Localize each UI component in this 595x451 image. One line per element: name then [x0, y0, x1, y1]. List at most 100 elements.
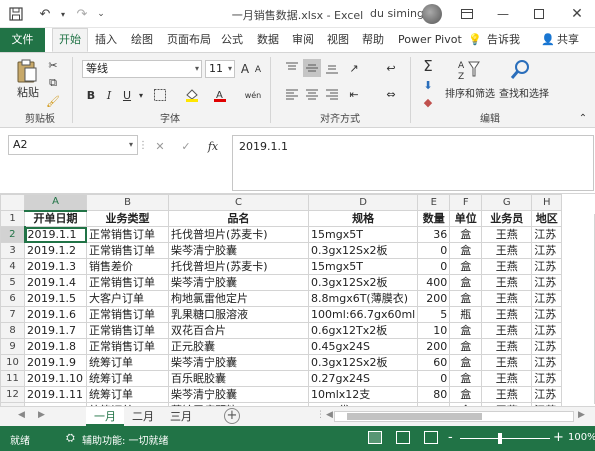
hscroll-right-icon[interactable]: ▶	[578, 410, 585, 420]
cell[interactable]: 2019.1.7	[24, 322, 87, 339]
header-cell[interactable]: 单位	[449, 210, 483, 227]
align-right-icon[interactable]	[323, 85, 341, 103]
header-cell[interactable]: 地区	[531, 210, 563, 227]
cell[interactable]: 江苏	[531, 306, 563, 323]
grow-font-icon[interactable]: A	[238, 61, 252, 77]
cell[interactable]: 100ml:66.7gx60ml	[307, 306, 419, 323]
cell[interactable]: 百乐眠胶囊	[168, 370, 309, 387]
cell[interactable]: 0.3gx12Sx2板	[307, 274, 419, 291]
align-middle-icon[interactable]	[303, 59, 321, 77]
align-center-icon[interactable]	[303, 85, 321, 103]
tab-formulas[interactable]: 公式	[221, 28, 243, 52]
find-select-button[interactable]: 查找和选择	[497, 85, 551, 100]
column-header-e[interactable]: E	[417, 194, 451, 211]
restore-icon[interactable]	[524, 0, 554, 28]
cell[interactable]: 乳果糖口服溶液	[168, 306, 309, 323]
cell[interactable]: 60	[417, 354, 451, 371]
cell[interactable]: 5	[417, 306, 451, 323]
cell[interactable]: 正常销售订单	[86, 242, 169, 259]
tab-insert[interactable]: 插入	[95, 28, 117, 52]
ribbon-display-options-icon[interactable]	[452, 0, 482, 28]
cell[interactable]: 正常销售订单	[86, 338, 169, 355]
row-header[interactable]: 1	[0, 210, 25, 227]
cell[interactable]: 2019.1.3	[24, 258, 87, 275]
cell[interactable]: 0	[417, 370, 451, 387]
italic-button[interactable]: I	[102, 87, 116, 103]
cell[interactable]: 盒	[449, 386, 483, 403]
cell[interactable]: 200	[417, 338, 451, 355]
cell[interactable]: 0	[417, 258, 451, 275]
sheet-tab-feb[interactable]: 二月	[124, 407, 162, 426]
cell[interactable]: 江苏	[531, 258, 563, 275]
fill-color-icon[interactable]	[184, 87, 200, 103]
select-all-corner[interactable]	[0, 194, 25, 211]
chevron-down-icon[interactable]: ▾	[136, 87, 146, 103]
scroll-tabs-left-icon[interactable]: ◀	[18, 410, 25, 420]
borders-icon[interactable]	[152, 87, 168, 103]
add-sheet-button[interactable]: +	[224, 408, 240, 424]
cell[interactable]: 2019.1.6	[24, 306, 87, 323]
column-header-b[interactable]: B	[86, 194, 169, 211]
format-painter-icon[interactable]: 🖌	[44, 93, 62, 109]
cell[interactable]: 0.3gx12Sx2板	[307, 242, 419, 259]
share-button[interactable]: 共享	[557, 28, 579, 52]
cell[interactable]: 大客户订单	[86, 290, 169, 307]
cell[interactable]: 王燕	[481, 226, 533, 243]
bold-button[interactable]: B	[84, 87, 98, 103]
cell[interactable]: 双花百合片	[168, 322, 309, 339]
tab-power-pivot[interactable]: Power Pivot	[398, 28, 462, 52]
sheet-tab-mar[interactable]: 三月	[162, 407, 200, 426]
cell[interactable]: 江苏	[531, 290, 563, 307]
cell[interactable]: 盒	[449, 370, 483, 387]
cell[interactable]: 盒	[449, 290, 483, 307]
phonetic-guide-icon[interactable]: wén	[244, 85, 262, 105]
font-size-combo[interactable]: 11 ▾	[205, 60, 235, 78]
normal-view-icon[interactable]	[368, 431, 382, 444]
cut-icon[interactable]: ✂	[44, 57, 62, 73]
cell[interactable]: 王燕	[481, 322, 533, 339]
cell[interactable]: 0.3gx12Sx2板	[307, 354, 419, 371]
sort-filter-button[interactable]: 排序和筛选	[444, 85, 496, 100]
row-header[interactable]: 10	[0, 354, 25, 371]
cell[interactable]: 统筹订单	[86, 386, 169, 403]
cell[interactable]: 0.45gx24S	[307, 338, 419, 355]
header-cell[interactable]: 业务类型	[86, 210, 169, 227]
accessibility-icon[interactable]: ⛭	[66, 431, 75, 445]
insert-function-icon[interactable]: fx	[204, 138, 222, 154]
enter-icon[interactable]: ✓	[178, 138, 194, 154]
share-user-icon[interactable]: 👤	[541, 28, 555, 52]
sheet-tab-jan[interactable]: 一月	[86, 407, 124, 426]
fill-icon[interactable]: ⬇	[418, 77, 438, 93]
column-header-d[interactable]: D	[307, 194, 419, 211]
cell[interactable]: 柴芩清宁胶囊	[168, 274, 309, 291]
cell-table[interactable]: ABCDEFGH 1 开单日期 业务类型 品名 规格 数量 单位 业务员 地区 2 2019.1.1…	[0, 194, 563, 406]
tab-review[interactable]: 审阅	[292, 28, 314, 52]
cell[interactable]: 柴芩清宁胶囊	[168, 386, 309, 403]
tab-data[interactable]: 数据	[257, 28, 279, 52]
avatar[interactable]	[422, 4, 442, 24]
cell[interactable]: 36	[417, 226, 451, 243]
font-name-combo[interactable]: 等线 ▾	[82, 60, 202, 78]
lightbulb-icon[interactable]: 💡	[468, 28, 482, 52]
row-header[interactable]: 6	[0, 290, 25, 307]
cell[interactable]: 江苏	[531, 226, 563, 243]
tab-home[interactable]: 开始	[52, 28, 88, 52]
indent-icon[interactable]: ⇤	[345, 85, 363, 103]
font-color-icon[interactable]: A	[212, 87, 228, 103]
shrink-font-icon[interactable]: A	[252, 62, 264, 78]
zoom-slider[interactable]	[460, 433, 550, 444]
cell[interactable]: 2019.1.5	[24, 290, 87, 307]
collapse-ribbon-icon[interactable]: ⌃	[576, 111, 590, 125]
row-header[interactable]: 2	[0, 226, 26, 243]
worksheet-grid[interactable]: ABCDEFGH 1 开单日期 业务类型 品名 规格 数量 单位 业务员 地区 2 2019.1.1…	[0, 194, 595, 406]
cell[interactable]: 400	[417, 274, 451, 291]
header-cell[interactable]: 数量	[417, 210, 451, 227]
align-left-icon[interactable]	[283, 85, 301, 103]
column-header-g[interactable]: G	[481, 194, 533, 211]
column-header-h[interactable]: H	[531, 194, 563, 211]
paste-icon[interactable]	[14, 57, 40, 85]
name-box[interactable]: A2 ▾	[8, 135, 138, 155]
cell[interactable]: 2019.1.4	[24, 274, 87, 291]
cell[interactable]: 王燕	[481, 338, 533, 355]
page-layout-view-icon[interactable]	[396, 431, 410, 444]
